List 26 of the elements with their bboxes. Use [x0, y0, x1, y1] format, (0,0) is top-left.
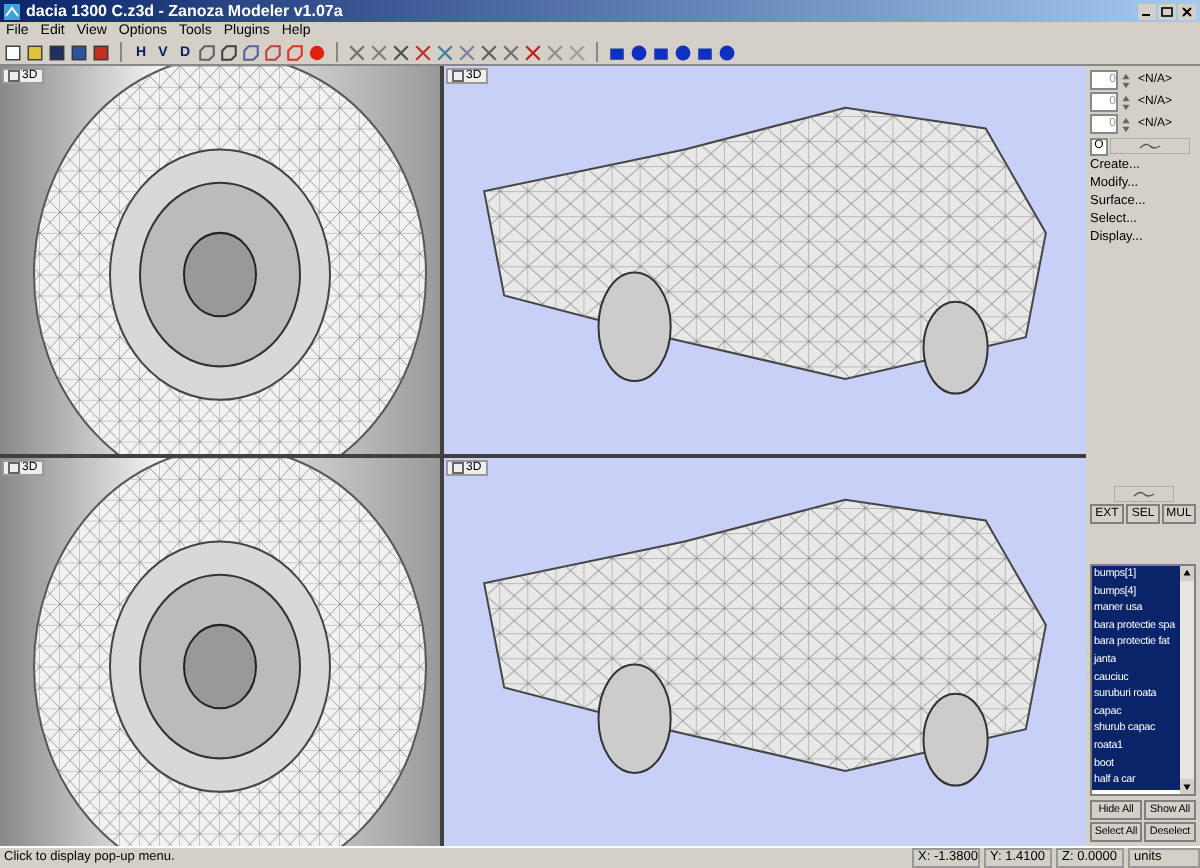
- minimize-icon[interactable]: [1138, 3, 1156, 19]
- spin-arrows-icon[interactable]: [1120, 115, 1132, 133]
- scrollbar-icon[interactable]: [1180, 566, 1194, 794]
- app-icon: [4, 3, 20, 19]
- toolbar-tool-icon[interactable]: [414, 43, 432, 61]
- toolbar-square-icon[interactable]: [26, 43, 44, 61]
- toolbar-tool-icon[interactable]: [480, 43, 498, 61]
- sphere-icon[interactable]: [308, 43, 326, 61]
- toolbar-tool-icon[interactable]: [436, 43, 454, 61]
- squiggle-button-icon[interactable]: [1113, 486, 1173, 502]
- toolbar-tool-icon[interactable]: [392, 43, 410, 61]
- spin-arrows-icon[interactable]: [1120, 71, 1132, 89]
- toolbar-square-icon[interactable]: [70, 43, 88, 61]
- toolbar-square-icon[interactable]: [4, 43, 22, 61]
- toolbar-square-icon[interactable]: [48, 43, 66, 61]
- maximize-icon[interactable]: [1158, 3, 1176, 19]
- window-title: dacia 1300 C.z3d - Zanoza Modeler v1.07a: [26, 2, 343, 20]
- toolbar-tool-icon[interactable]: [348, 43, 366, 61]
- toolbar-tool-icon[interactable]: [370, 43, 388, 61]
- close-icon[interactable]: [1178, 3, 1196, 19]
- squiggle-button-icon[interactable]: [1110, 138, 1190, 154]
- spin-arrows-icon[interactable]: [1120, 93, 1132, 111]
- toolbar-square-icon[interactable]: [92, 43, 110, 61]
- toolbar-tool-icon[interactable]: [502, 43, 520, 61]
- toolbar-tool-icon[interactable]: [458, 43, 476, 61]
- toolbar-tool-icon[interactable]: [524, 43, 542, 61]
